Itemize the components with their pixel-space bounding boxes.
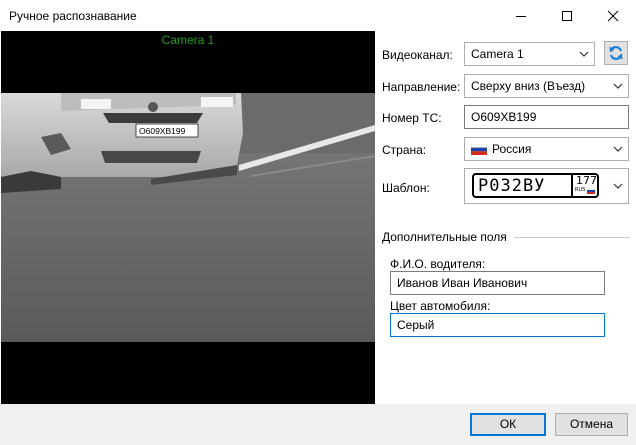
minimize-icon bbox=[516, 15, 526, 17]
chevron-down-icon bbox=[613, 183, 623, 189]
plate-number-value: О609ХВ199 bbox=[471, 110, 537, 124]
camera-overlay-label: Camera 1 bbox=[161, 33, 215, 47]
template-label: Шаблон: bbox=[382, 181, 430, 195]
close-icon bbox=[607, 10, 619, 21]
chevron-down-icon bbox=[579, 51, 589, 57]
color-label: Цвет автомобиля: bbox=[390, 299, 491, 313]
video-view[interactable]: Camera 1 О609ХВ199 bbox=[1, 31, 375, 404]
plate-number-input[interactable]: О609ХВ199 bbox=[464, 105, 629, 129]
maximize-button[interactable] bbox=[544, 0, 590, 31]
chevron-down-icon bbox=[613, 83, 623, 89]
group-divider bbox=[514, 237, 630, 238]
template-plate-country: RUS bbox=[575, 187, 586, 193]
car-color-input[interactable]: Серый bbox=[390, 313, 605, 337]
camera-frame-image: О609ХВ199 bbox=[1, 93, 375, 342]
driver-name-value: Иванов Иван Иванович bbox=[397, 276, 528, 290]
template-plate-main: Р032ВУ bbox=[478, 176, 546, 196]
russia-flag-icon bbox=[471, 144, 487, 155]
ok-button[interactable]: ОК bbox=[470, 413, 546, 436]
channel-select[interactable]: Camera 1 bbox=[464, 42, 595, 66]
frame-plate-text: О609ХВ199 bbox=[139, 126, 186, 136]
minimize-button[interactable] bbox=[498, 0, 544, 31]
channel-label: Видеоканал: bbox=[382, 48, 453, 62]
direction-label: Направление: bbox=[382, 80, 461, 94]
chevron-down-icon bbox=[613, 146, 623, 152]
driver-label: Ф.И.О. водителя: bbox=[390, 257, 486, 271]
country-select[interactable]: Россия bbox=[464, 137, 629, 161]
title-bar: Ручное распознавание bbox=[0, 0, 636, 32]
close-button[interactable] bbox=[590, 0, 636, 31]
country-select-value: Россия bbox=[492, 142, 532, 156]
template-select[interactable]: Р032ВУ 177 RUS bbox=[464, 168, 629, 204]
cancel-button[interactable]: Отмена bbox=[555, 413, 628, 436]
extra-fields-title: Дополнительные поля bbox=[382, 230, 507, 244]
driver-name-input[interactable]: Иванов Иван Иванович bbox=[390, 271, 605, 295]
window-title: Ручное распознавание bbox=[9, 9, 137, 23]
template-plate-region: 177 bbox=[576, 174, 597, 187]
plate-template-image: Р032ВУ 177 RUS bbox=[472, 173, 599, 198]
refresh-icon bbox=[609, 46, 623, 60]
direction-select-value: Сверху вниз (Въезд) bbox=[471, 79, 586, 93]
maximize-icon bbox=[562, 10, 572, 21]
car-color-value: Серый bbox=[397, 318, 435, 332]
dialog-footer: ОК Отмена bbox=[0, 404, 636, 445]
settings-panel: Видеоканал: Camera 1 Направление: Сверху… bbox=[375, 31, 636, 404]
plate-flag-icon bbox=[587, 188, 595, 194]
direction-select[interactable]: Сверху вниз (Въезд) bbox=[464, 74, 629, 98]
plate-label: Номер ТС: bbox=[382, 111, 442, 125]
refresh-button[interactable] bbox=[604, 41, 628, 65]
country-label: Страна: bbox=[382, 143, 427, 157]
channel-select-value: Camera 1 bbox=[471, 47, 524, 61]
